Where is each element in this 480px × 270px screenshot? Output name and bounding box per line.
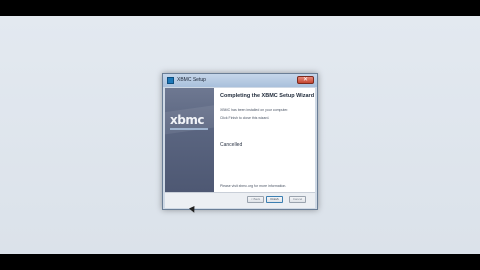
wizard-footer-text: Please visit xbmc.org for more informati… xyxy=(220,184,287,188)
back-button[interactable]: < Back xyxy=(247,196,264,203)
cancel-button[interactable]: Cancel xyxy=(289,196,306,203)
app-icon xyxy=(167,77,174,84)
wizard-heading: Completing the XBMC Setup Wizard xyxy=(220,93,315,99)
letterbox-bottom xyxy=(0,254,480,270)
wizard-text-line1: XBMC has been installed on your computer… xyxy=(220,108,289,112)
window-titlebar[interactable]: XBMC Setup ✕ xyxy=(163,74,317,87)
close-button[interactable]: ✕ xyxy=(297,76,314,84)
logo-underline xyxy=(170,128,208,130)
letterbox-top xyxy=(0,0,480,16)
wizard-client-area: xbmc Completing the XBMC Setup Wizard XB… xyxy=(165,88,315,208)
wizard-status: Cancelled xyxy=(220,142,243,148)
desktop: XBMC Setup ✕ xbmc Completing the XBMC Se… xyxy=(0,16,480,254)
wizard-text-line2: Click Finish to close this wizard. xyxy=(220,116,270,120)
wizard-content: Completing the XBMC Setup Wizard XBMC ha… xyxy=(220,88,315,192)
wizard-button-bar: < Back Finish Cancel xyxy=(165,192,315,208)
finish-button[interactable]: Finish xyxy=(266,196,283,203)
side-banner: xbmc xyxy=(165,88,214,192)
window-title: XBMC Setup xyxy=(177,77,206,83)
xbmc-logo: xbmc xyxy=(170,113,204,127)
setup-wizard-window: XBMC Setup ✕ xbmc Completing the XBMC Se… xyxy=(162,73,318,210)
